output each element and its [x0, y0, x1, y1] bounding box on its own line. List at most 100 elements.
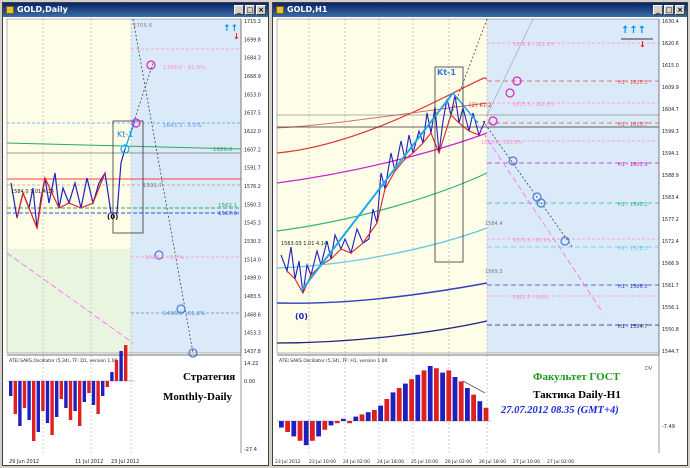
daily-osc-bar: [68, 381, 73, 420]
daily-price-label: 1483.5: [244, 294, 261, 300]
daily-annotation: 1709.0 - 61.8%: [163, 65, 205, 71]
h1-osc-bar: [396, 388, 402, 421]
h1-level-label: H1 - 1613.7: [618, 122, 647, 128]
daily-price-label: 1653.0: [244, 92, 261, 98]
h1-xlabel: 27 Jul 02:00: [547, 459, 574, 465]
h1-osc-bar: [365, 412, 371, 421]
h1-osc-bar: [303, 421, 309, 446]
h1-osc-bar: [322, 421, 328, 430]
h1-level-label: 1571.3 - 61.8%: [513, 238, 552, 244]
h1-level-label: H1 - 1601.9: [618, 162, 647, 168]
h1-osc-bar: [452, 377, 458, 421]
h1-level-label: 1628.9 - 161.8%: [513, 42, 555, 48]
daily-price-label: 1715.3: [244, 19, 261, 25]
h1-kt-label: Kt-1: [437, 68, 456, 77]
h1-osc-bar: [390, 392, 396, 421]
daily-price-label: 1637.5: [244, 111, 261, 117]
svg-text:↑↑↑: ↑↑↑: [621, 25, 646, 36]
daily-osc-bar: [105, 381, 109, 387]
h1-osc-bar: [378, 405, 383, 421]
h1-osc-bar: [446, 370, 452, 421]
h1-osc-bar: [477, 401, 483, 421]
h1-price-label: 1604.7: [662, 107, 679, 113]
daily-price-label: 1591.7: [244, 166, 261, 172]
daily-price-label: 1468.6: [244, 312, 261, 318]
h1-osc-bar: [316, 421, 321, 437]
faculty-title: Факультет ГОСТ: [533, 371, 621, 383]
daily-price-label: 1607.2: [244, 147, 261, 153]
daily-price-label: 1576.2: [244, 184, 261, 190]
daily-price-label: 1437.8: [244, 349, 261, 355]
h1-osc-bar: [471, 394, 476, 421]
svg-text:↓: ↓: [639, 40, 646, 49]
daily-osc-bar: [36, 381, 40, 432]
h1-xlabel: 26 Jul 18:00: [479, 459, 506, 465]
daily-osc-bar: [59, 381, 63, 399]
daily-price-label: 1684.3: [244, 56, 261, 62]
h1-xlabel: 25 Jul 10:00: [411, 459, 438, 465]
daily-xlabel: 29 Jun 2012: [9, 459, 39, 465]
daily-osc-label: 14.22: [244, 361, 258, 367]
h1-price-label: 1620.6: [662, 41, 679, 47]
daily-osc-bar: [27, 381, 31, 420]
daily-xlabel: 11 Jul 2012: [75, 459, 103, 465]
h1-price-label: 1577.2: [662, 217, 679, 223]
h1-zero-label: (0): [295, 312, 308, 321]
h1-level-label: H1 - 1578.3: [618, 246, 647, 252]
daily-zone-green: [7, 249, 131, 353]
down-arrow-icon: ↓: [233, 32, 240, 41]
h1-price-labels: 1630.4 1620.6 1615.0 1609.9 1604.7 1599.3 1594…: [662, 19, 679, 355]
h1-osc-bar: [427, 366, 433, 421]
daily-chart-window[interactable]: GOLD,Daily _ □ × 1715.3 1699.8 1684.3 1668.…: [2, 2, 269, 466]
daily-osc-bar: [50, 381, 54, 435]
h1-osc-bar: [465, 388, 470, 421]
h1-xlabel: 24 Jul 18:00: [377, 459, 404, 465]
daily-price-labels: 1715.3 1699.8 1684.3 1668.9 1653.0 1637.5 1622…: [244, 19, 261, 355]
h1-price-label: 1609.9: [662, 85, 679, 91]
h1-osc-bar: [372, 410, 377, 421]
daily-osc-bar: [64, 381, 68, 408]
daily-annotation: 1591.7: [143, 183, 163, 189]
h1-start-label: 1563.03 1.01 4.14: [281, 241, 327, 247]
daily-price-label: 1560.3: [244, 202, 261, 208]
svg-text:↓: ↓: [233, 32, 240, 41]
h1-osc-bar: [285, 421, 290, 432]
strategy-subtitle: Monthly-Daily: [163, 391, 233, 403]
h1-osc-bar: [291, 421, 297, 437]
h1-chart-svg[interactable]: 1630.4 1620.6 1615.0 1609.9 1604.7 1599.3 1594…: [273, 3, 688, 466]
h1-level-label: 1562.5 - 0.0%: [513, 295, 548, 301]
daily-price-label: 1514.0: [244, 257, 261, 263]
h1-chart-window[interactable]: GOLD,H1 _ □ × 1630.4 1620.6 1615.0 1609.9 16…: [272, 2, 688, 466]
daily-osc-bar: [114, 360, 119, 381]
daily-osc-bar: [91, 381, 96, 405]
daily-osc-bar: [45, 381, 50, 423]
h1-osc-bar: [347, 421, 352, 424]
daily-osc-bar: [22, 381, 27, 408]
h1-price-label: 1561.7: [662, 283, 679, 289]
h1-price-label: 1583.4: [662, 195, 679, 201]
h1-osc-title: ATEI.SAKS.Oscillator (5,34), TF: H1, ver…: [279, 358, 388, 364]
h1-price-label: 1630.4: [662, 19, 679, 25]
h1-osc-bar: [421, 370, 427, 421]
daily-xlabel: 23 Jul 2012: [111, 459, 139, 465]
h1-osc-bar: [297, 421, 303, 441]
h1-osc-bar: [384, 399, 390, 421]
daily-price-label: 1622.0: [244, 129, 261, 135]
h1-price-label: 1544.7: [662, 349, 679, 355]
h1-osc-bar: [341, 418, 346, 421]
h1-price-label: 1594.1: [662, 151, 679, 157]
daily-price-label: 1668.9: [244, 74, 261, 80]
h1-osc-bar: [328, 421, 334, 426]
daily-osc-bar: [55, 381, 59, 417]
daily-osc-bar: [41, 381, 45, 411]
h1-osc-label: -7.49: [662, 424, 675, 430]
daily-annotation: 1567.6: [218, 211, 238, 217]
h1-price-label: 1550.8: [662, 327, 679, 333]
daily-annotation: 1626.0: [213, 147, 233, 153]
h1-xlabel: 24 Jul 02:00: [343, 459, 370, 465]
daily-osc-bar: [73, 381, 77, 411]
daily-osc-bar: [82, 381, 86, 402]
daily-price-label: 1530.3: [244, 239, 261, 245]
h1-level-label: 1625.5 - 161.8%: [513, 102, 555, 108]
strategy-title: Стратегия: [183, 371, 236, 383]
